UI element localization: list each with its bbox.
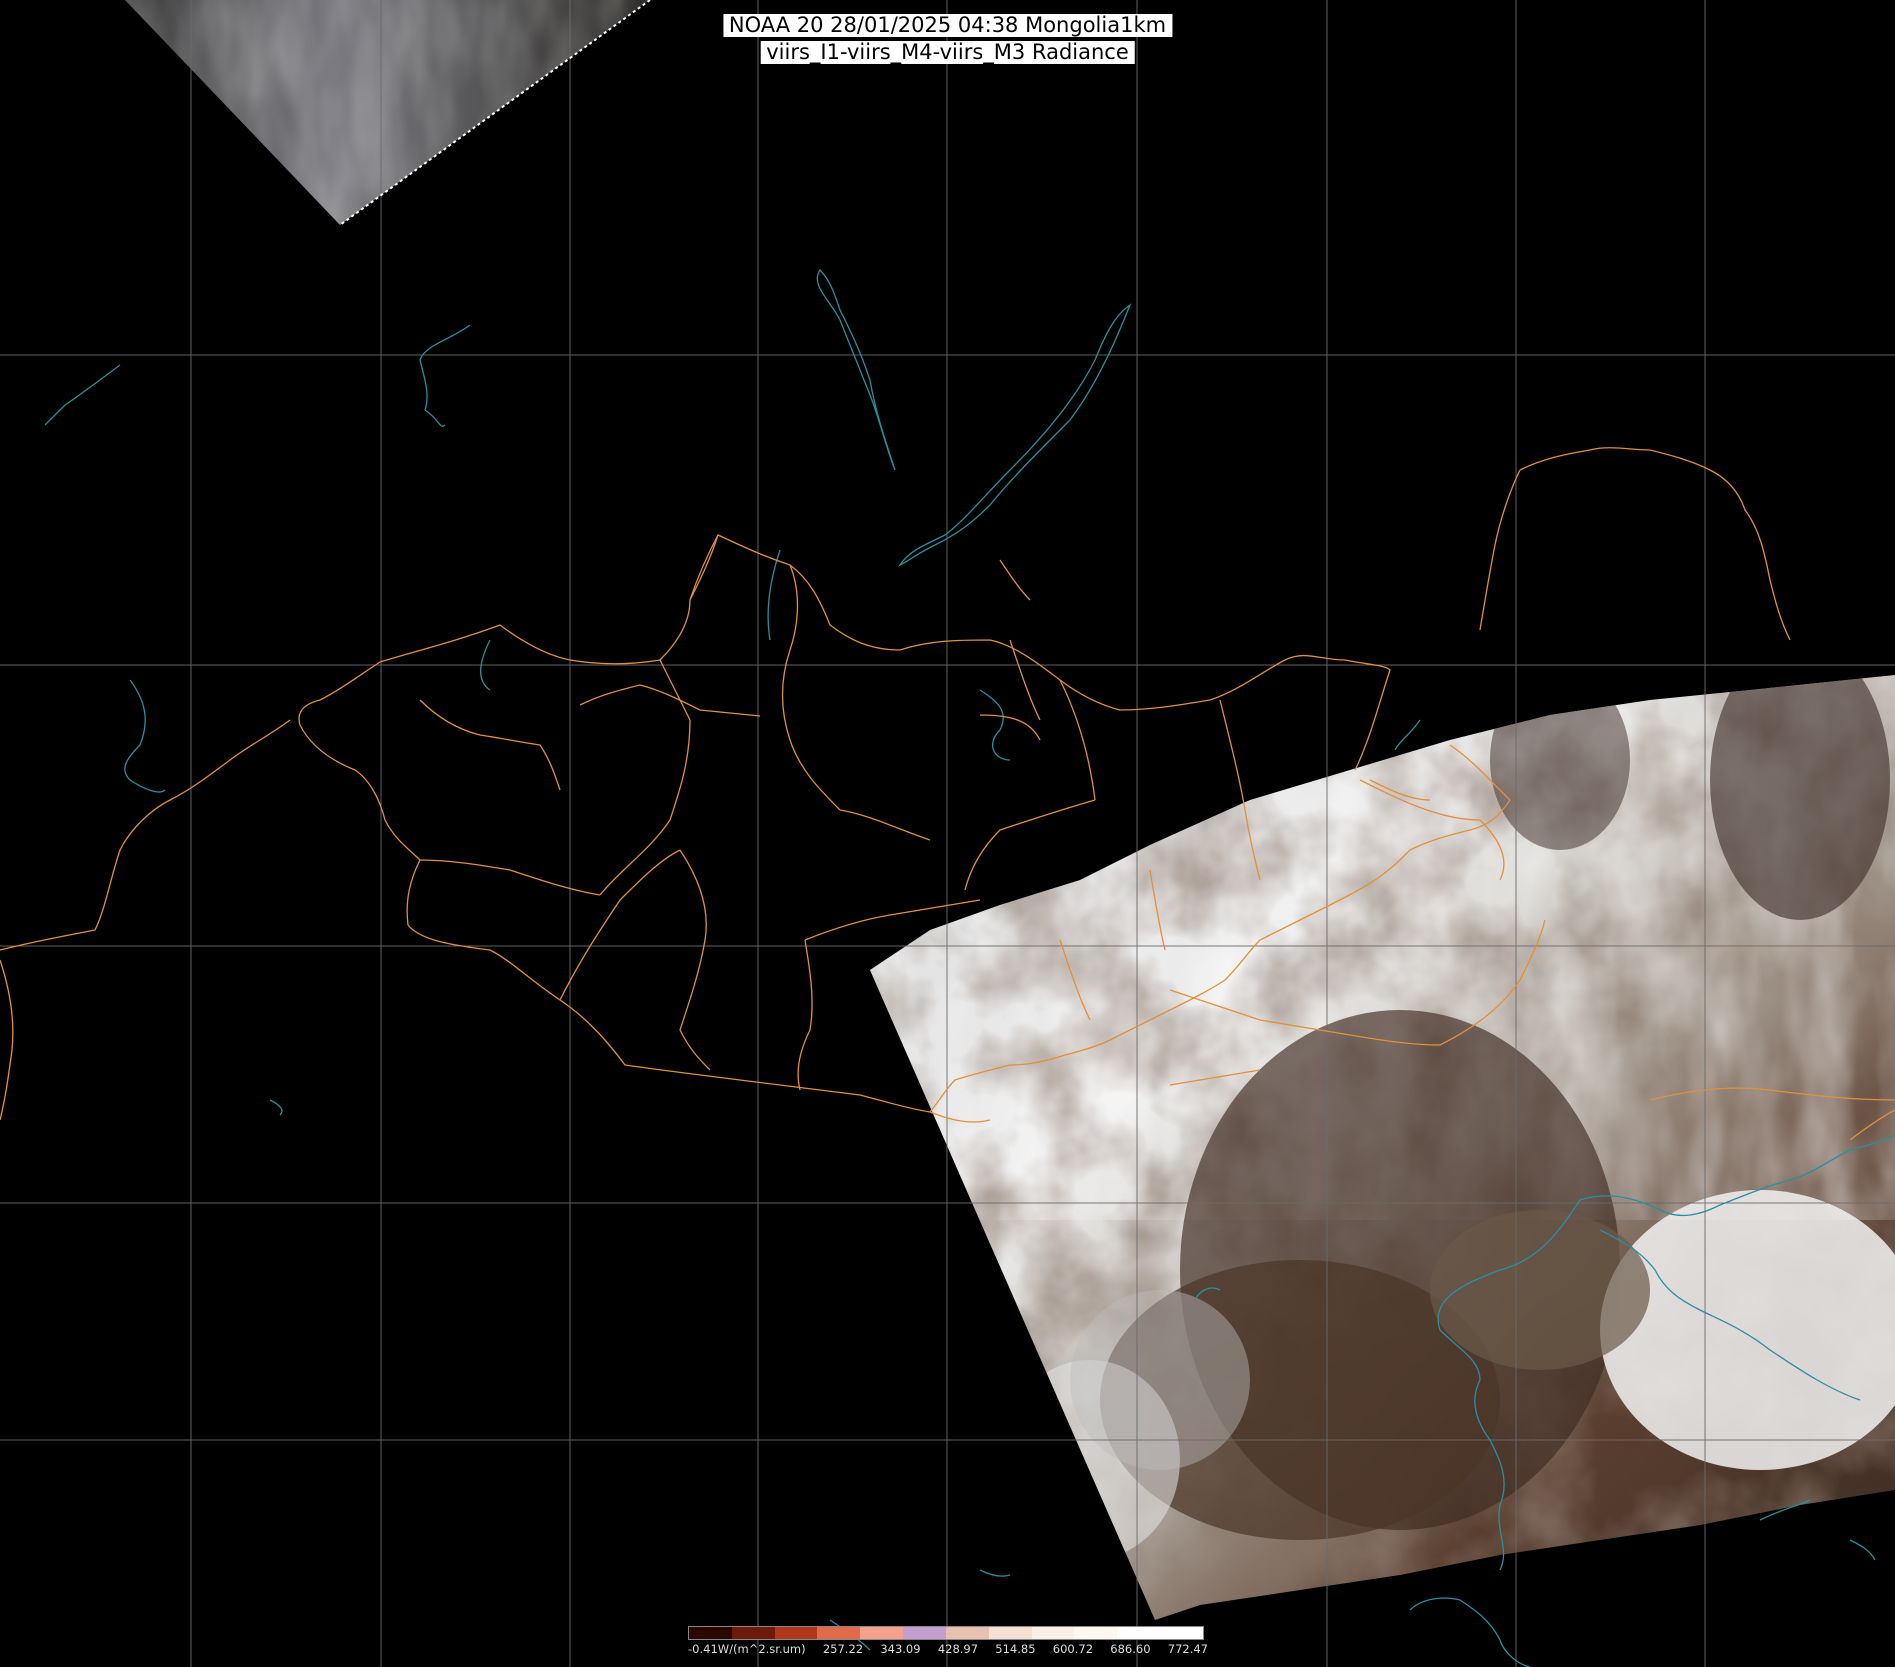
upper-swath xyxy=(125,0,650,225)
title-line-2: viirs_I1-viirs_M4-viirs_M3 Radiance xyxy=(760,41,1135,64)
legend-tick: 686.60 xyxy=(1110,1642,1151,1656)
legend-swatch xyxy=(689,1627,732,1639)
title-line-1: NOAA 20 28/01/2025 04:38 Mongolia1km xyxy=(722,14,1173,37)
legend-swatch xyxy=(1074,1627,1118,1639)
legend-swatch xyxy=(774,1627,818,1639)
main-swath xyxy=(870,675,1895,1620)
legend-tick: 600.72 xyxy=(1052,1642,1094,1656)
legend-swatch xyxy=(1117,1627,1161,1639)
legend-colorbar xyxy=(688,1626,1204,1640)
legend-swatch xyxy=(945,1627,989,1639)
legend-tick: 257.22 xyxy=(822,1642,864,1656)
radiance-legend: -0.41W/(m^2.sr.um) 257.22 343.09 428.97 … xyxy=(688,1626,1208,1664)
legend-tick: 428.97 xyxy=(937,1642,979,1656)
legend-unit-label: -0.41W/(m^2.sr.um) xyxy=(688,1642,806,1656)
legend-tick: 772.47 xyxy=(1167,1642,1208,1656)
legend-swatch xyxy=(988,1627,1032,1639)
satellite-map xyxy=(0,0,1895,1667)
legend-swatch xyxy=(731,1627,775,1639)
legend-swatch xyxy=(1160,1627,1203,1639)
legend-swatch xyxy=(1031,1627,1075,1639)
legend-swatch xyxy=(860,1627,904,1639)
legend-tick: 343.09 xyxy=(880,1642,921,1656)
legend-labels: -0.41W/(m^2.sr.um) 257.22 343.09 428.97 … xyxy=(688,1642,1208,1656)
legend-tick: 514.85 xyxy=(995,1642,1036,1656)
legend-swatch xyxy=(903,1627,946,1639)
legend-swatch xyxy=(817,1627,861,1639)
